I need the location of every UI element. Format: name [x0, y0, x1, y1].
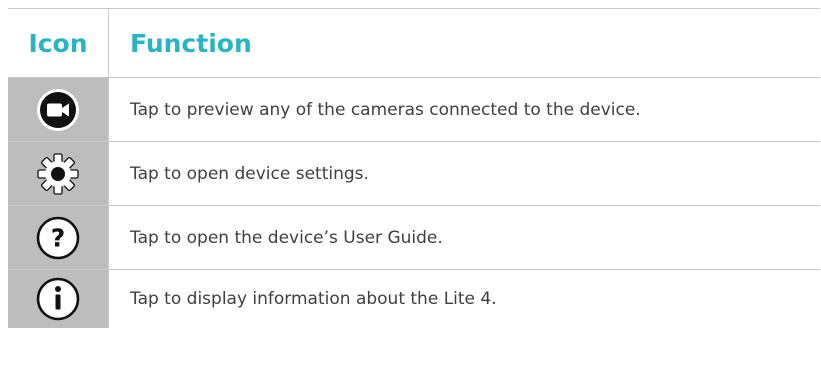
row-function-text: Tap to open device settings.: [108, 141, 820, 206]
icon-cell: [8, 141, 109, 206]
row-function-text: Tap to open the device’s User Guide.: [108, 205, 820, 270]
icon-cell: [8, 269, 109, 328]
table-row: Tap to display information about the Lit…: [8, 269, 820, 328]
row-function-text: Tap to display information about the Lit…: [130, 289, 497, 309]
row-function-text: Tap to preview any of the cameras connec…: [108, 77, 820, 142]
column-header-function: Function: [108, 8, 820, 78]
table-row: Tap to preview any of the cameras connec…: [8, 77, 820, 142]
column-header-icon: Icon: [8, 8, 109, 78]
gear-icon: [37, 152, 79, 195]
table-row: ? Tap to open the device’s User Guide.: [8, 205, 820, 270]
table-row: Tap to open device settings.: [8, 141, 820, 206]
icon-cell: ?: [8, 205, 109, 270]
table-header-row: Icon Function: [8, 8, 820, 78]
icon-function-table: Icon Function Tap to preview any of the …: [8, 8, 820, 328]
svg-text:?: ?: [51, 223, 66, 252]
video-camera-icon: [37, 88, 79, 131]
icon-cell: [8, 77, 109, 142]
help-icon: ?: [36, 216, 80, 259]
info-icon: [36, 277, 80, 321]
